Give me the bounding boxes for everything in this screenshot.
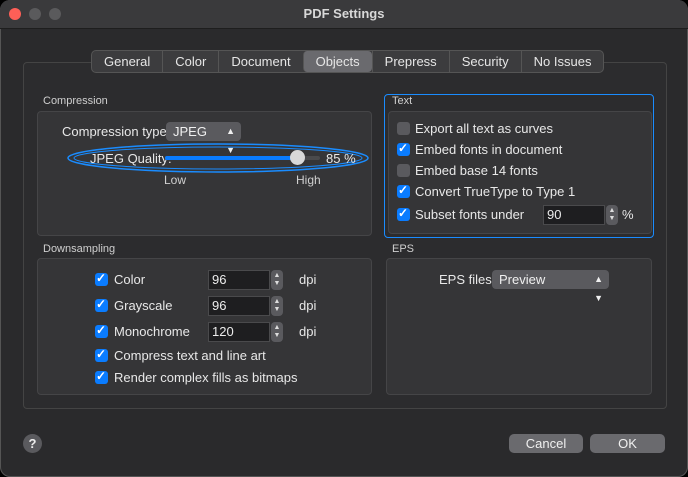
convert-truetype-checkbox[interactable] [397, 183, 410, 198]
tab-document[interactable]: Document [218, 51, 302, 72]
color-dpi-unit: dpi [299, 272, 317, 287]
text-section-label: Text [392, 95, 413, 107]
grayscale-dpi-stepper[interactable]: ▲ ▼ [271, 296, 283, 316]
jpeg-quality-label: JPEG Quality: [90, 151, 172, 166]
title-bar: PDF Settings [0, 0, 688, 29]
grayscale-dpi-unit: dpi [299, 298, 317, 313]
embed-base14-label: Embed base 14 fonts [415, 163, 538, 178]
color-dpi-input[interactable]: 96 [208, 270, 270, 290]
window-title: PDF Settings [303, 6, 385, 21]
tab-no-issues[interactable]: No Issues [520, 51, 604, 72]
embed-fonts-checkbox[interactable] [397, 141, 410, 156]
subset-unit-label: % [622, 207, 634, 222]
eps-section-label: EPS [392, 243, 415, 255]
tab-bar: General Color Document Objects Prepress … [91, 50, 605, 73]
cancel-button[interactable]: Cancel [509, 434, 583, 453]
color-dpi-stepper[interactable]: ▲ ▼ [271, 270, 283, 290]
monochrome-downsample-checkbox[interactable] [95, 323, 108, 338]
quality-high-label: High [296, 173, 321, 187]
tab-color[interactable]: Color [162, 51, 218, 72]
compression-section-label: Compression [43, 95, 108, 107]
compression-type-select[interactable]: JPEG ▲ ▼ [166, 122, 241, 155]
embed-base14-checkbox[interactable] [397, 164, 410, 177]
updown-chevron-icon: ▲ ▼ [594, 274, 603, 303]
subset-fonts-checkbox[interactable] [397, 206, 410, 221]
compress-text-checkbox[interactable] [95, 347, 108, 362]
quality-value: 85 % [326, 151, 356, 166]
eps-files-label: EPS files: [439, 272, 496, 287]
quality-slider-knob[interactable] [289, 150, 305, 165]
color-downsample-label: Color [114, 272, 146, 287]
downsampling-section-label: Downsampling [43, 243, 116, 255]
tab-objects[interactable]: Objects [302, 51, 372, 72]
tab-security[interactable]: Security [448, 51, 521, 72]
color-downsample-checkbox[interactable] [95, 271, 108, 286]
embed-fonts-label: Embed fonts in document [415, 142, 563, 157]
compression-type-value: JPEG [173, 124, 207, 139]
help-button[interactable]: ? [23, 434, 42, 453]
monochrome-dpi-input[interactable]: 120 [208, 322, 270, 342]
subset-threshold-stepper[interactable]: ▲ ▼ [606, 205, 618, 225]
subset-threshold-input[interactable]: 90 [543, 205, 605, 225]
tab-general[interactable]: General [92, 51, 162, 72]
monochrome-dpi-unit: dpi [299, 324, 317, 339]
grayscale-downsample-label: Grayscale [114, 298, 173, 313]
export-text-curves-label: Export all text as curves [415, 121, 553, 136]
convert-truetype-label: Convert TrueType to Type 1 [415, 184, 576, 199]
subset-fonts-label: Subset fonts under [415, 207, 525, 222]
grayscale-dpi-input[interactable]: 96 [208, 296, 270, 316]
grayscale-downsample-checkbox[interactable] [95, 297, 108, 312]
ok-button[interactable]: OK [590, 434, 665, 453]
monochrome-dpi-stepper[interactable]: ▲ ▼ [271, 322, 283, 342]
render-fills-checkbox[interactable] [95, 369, 108, 384]
monochrome-downsample-label: Monochrome [114, 324, 190, 339]
export-text-curves-checkbox[interactable] [397, 122, 410, 135]
quality-slider-fill [165, 156, 297, 160]
compress-text-label: Compress text and line art [114, 348, 266, 363]
pdf-settings-window: PDF Settings General Color Document Obje… [0, 0, 688, 477]
eps-files-value: Preview [499, 272, 546, 287]
eps-files-select[interactable]: Preview ▲ ▼ [492, 270, 609, 303]
tab-prepress[interactable]: Prepress [371, 51, 449, 72]
compression-type-label: Compression type: [62, 124, 171, 139]
quality-low-label: Low [164, 173, 187, 187]
render-fills-label: Render complex fills as bitmaps [114, 370, 298, 385]
